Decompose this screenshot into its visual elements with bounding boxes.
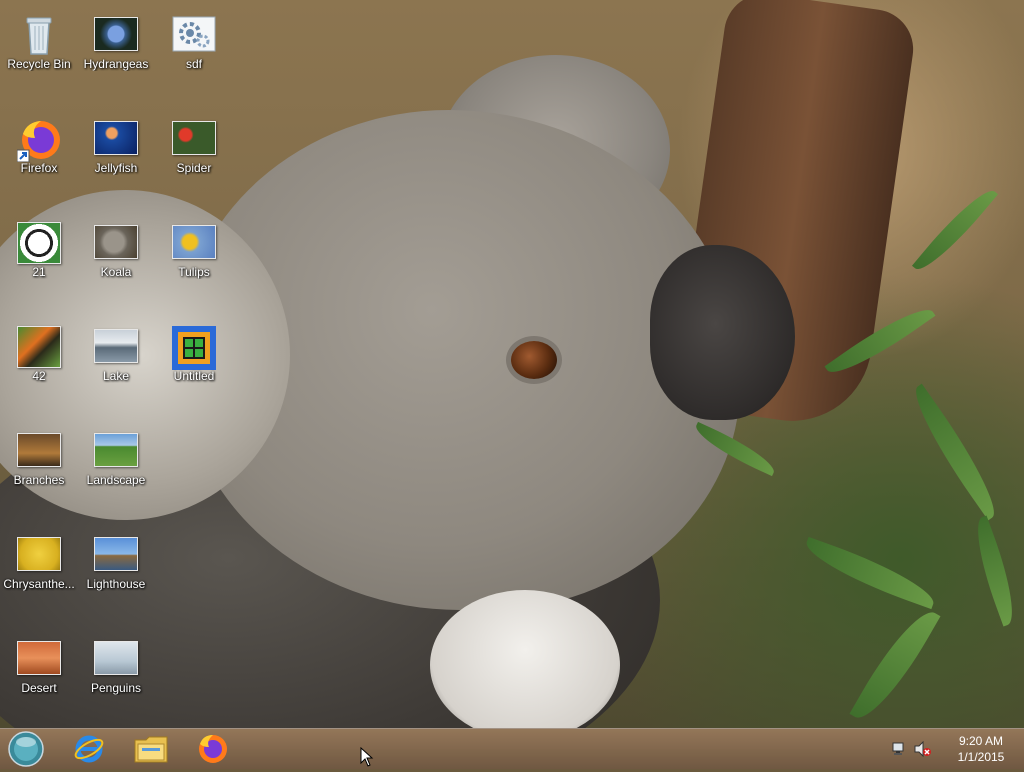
mouse-cursor-icon [360, 746, 374, 772]
desktop-icon-sdf[interactable]: sdf [151, 6, 237, 78]
chrysanthemum-thumbnail [17, 534, 61, 574]
taskbar-file-explorer-button[interactable] [126, 731, 176, 767]
internet-explorer-icon [74, 735, 104, 763]
desktop-icon-label: Tulips [178, 265, 210, 279]
desktop-icon-desert[interactable]: Desert [0, 630, 82, 702]
wallpaper-leaf [965, 515, 1024, 627]
desktop-icon-untitled[interactable]: Untitled [151, 318, 237, 390]
desktop-icon-label: Spider [176, 161, 212, 175]
desktop-icon-label: Koala [100, 265, 132, 279]
soccer-ball-icon [17, 222, 61, 264]
clock-date: 1/1/2015 [957, 750, 1005, 764]
butterfly-icon [17, 326, 61, 368]
desktop-icon-42[interactable]: 42 [0, 318, 82, 390]
desktop-icon-label: Chrysanthe... [3, 577, 75, 591]
desktop-icon-label: sdf [185, 57, 202, 71]
desktop-icon-recycle-bin[interactable]: Recycle Bin [0, 6, 82, 78]
wallpaper-leaf [799, 536, 941, 610]
lake-thumbnail [94, 326, 138, 366]
landscape-thumbnail [94, 430, 138, 470]
system-tray: 9:20 AM 1/1/2015 [884, 729, 1024, 769]
desktop-icon-label: 42 [32, 369, 46, 383]
koala-thumbnail [94, 222, 138, 262]
volume-muted-icon[interactable] [914, 740, 932, 762]
desktop-icon-label: Desert [21, 681, 57, 695]
desktop-icon-label: Landscape [86, 473, 146, 487]
desktop-icon-koala[interactable]: Koala [73, 214, 159, 286]
desktop-icon-lake[interactable]: Lake [73, 318, 159, 390]
start-orb-icon [8, 731, 44, 767]
wallpaper-koala-eye [511, 341, 557, 379]
desktop-icon-label: Lake [102, 369, 130, 383]
spider-thumbnail [172, 118, 216, 158]
desktop-icon-label: 21 [32, 265, 46, 279]
lighthouse-thumbnail [94, 534, 138, 574]
desktop-icon-label: Penguins [90, 681, 142, 695]
taskbar-firefox-button[interactable] [188, 731, 238, 767]
jellyfish-thumbnail [94, 118, 138, 158]
start-button[interactable] [6, 730, 46, 768]
branches-thumbnail [17, 430, 61, 470]
desktop-icon-tulips[interactable]: Tulips [151, 214, 237, 286]
desktop-icon-branches[interactable]: Branches [0, 422, 82, 494]
desktop-icon-penguins[interactable]: Penguins [73, 630, 159, 702]
penguins-thumbnail [94, 638, 138, 678]
hydrangeas-thumbnail [94, 14, 138, 54]
taskbar-internet-explorer-button[interactable] [64, 731, 114, 767]
wallpaper-leaf [902, 383, 1008, 521]
desktop-icon-lighthouse[interactable]: Lighthouse [73, 526, 159, 598]
firefox-icon [16, 118, 61, 163]
desktop-icon-spider[interactable]: Spider [151, 110, 237, 182]
desktop-icon-jellyfish[interactable]: Jellyfish [73, 110, 159, 182]
file-explorer-icon [134, 736, 168, 763]
tulips-thumbnail [172, 222, 216, 262]
desktop-icon-label: Lighthouse [86, 577, 146, 591]
wallpaper-leaf [911, 181, 999, 279]
desktop-icon-firefox[interactable]: Firefox [0, 110, 82, 182]
desktop-icon-label: Untitled [173, 369, 215, 383]
desktop-icon-label: Firefox [20, 161, 58, 175]
network-icon[interactable] [892, 741, 908, 762]
firefox-icon [199, 735, 227, 763]
taskbar: 9:20 AM 1/1/2015 [0, 728, 1024, 769]
desert-thumbnail [17, 638, 61, 678]
wallpaper-leaf [849, 601, 941, 728]
desktop-icon-label: Recycle Bin [7, 57, 71, 71]
desktop-icon-label: Hydrangeas [83, 57, 149, 71]
desktop-icon-chrysanthemum[interactable]: Chrysanthe... [0, 526, 82, 598]
desktop-icon-label: Branches [13, 473, 65, 487]
untitled-app-icon [172, 326, 216, 370]
wallpaper-koala-chest [430, 590, 620, 728]
settings-file-icon [172, 14, 216, 54]
taskbar-clock[interactable]: 9:20 AM 1/1/2015 [946, 733, 1016, 765]
desktop-icon-hydrangeas[interactable]: Hydrangeas [73, 6, 159, 78]
desktop-icon-landscape[interactable]: Landscape [73, 422, 159, 494]
desktop-icon-label: Jellyfish [94, 161, 138, 175]
recycle-bin-icon [17, 14, 61, 55]
desktop-icon-21[interactable]: 21 [0, 214, 82, 286]
clock-time: 9:20 AM [958, 734, 1004, 748]
